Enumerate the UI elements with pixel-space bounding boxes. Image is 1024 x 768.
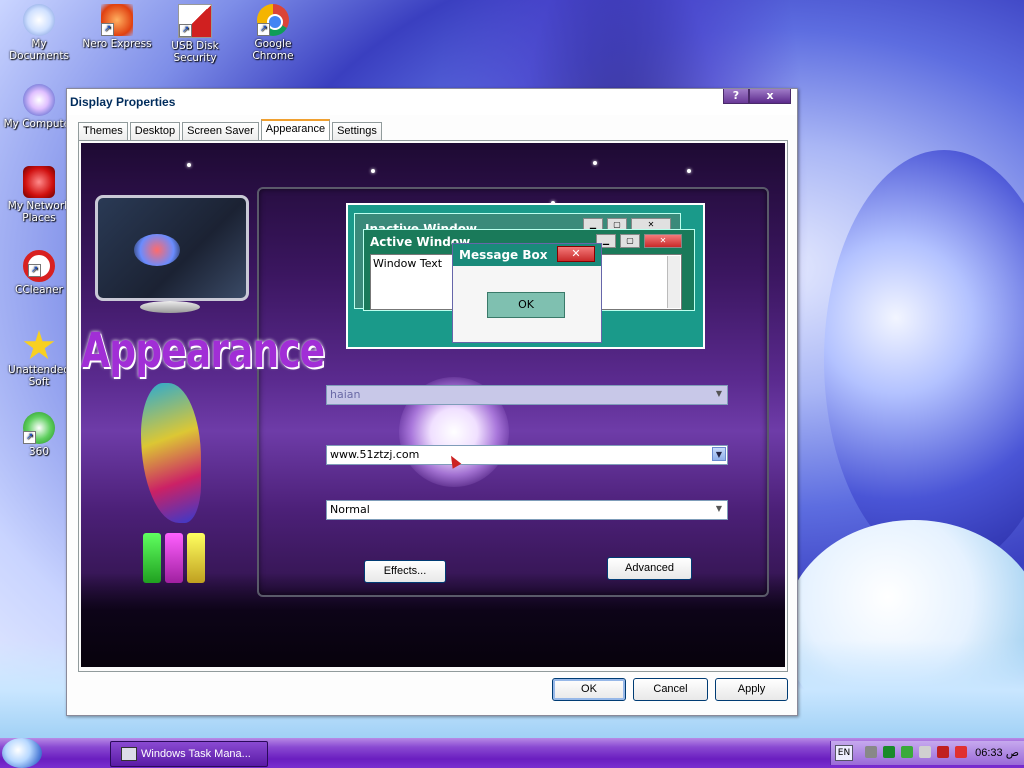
tab-settings[interactable]: Settings [332, 122, 382, 140]
tray-360-icon[interactable] [937, 746, 949, 758]
font-size-select[interactable]: Normal ▼ [326, 500, 728, 520]
dialog-titlebar[interactable]: Display Properties ? x [67, 89, 797, 115]
ccleaner-icon: ↗ [23, 250, 55, 282]
maximize-icon: ▢ [620, 234, 640, 248]
select-value: Normal [330, 503, 370, 516]
close-icon: ✕ [557, 246, 595, 262]
preview-scrollbar [667, 256, 680, 308]
dialog-title: Display Properties [70, 95, 176, 109]
appearance-skin-background: Appearance Inactive Window ▁ ▢ ✕ Active … [81, 143, 785, 667]
star-decoration [593, 161, 597, 165]
chevron-down-icon: ▼ [715, 389, 723, 398]
message-box-titlebar: Message Box ✕ [453, 244, 601, 266]
ok-button[interactable]: OK [552, 678, 626, 701]
desktop-icon-google-chrome[interactable]: ↗ Google Chrome [234, 4, 312, 62]
desktop-icon-label: USB Disk Security [171, 40, 219, 64]
360-icon: ↗ [23, 412, 55, 444]
tray-green-icon[interactable] [883, 746, 895, 758]
display-properties-dialog: Display Properties ? x Themes Desktop Sc… [66, 88, 798, 716]
google-chrome-icon: ↗ [257, 4, 289, 36]
shortcut-arrow-icon: ↗ [28, 264, 41, 277]
effects-button[interactable]: Effects... [364, 560, 446, 583]
help-button[interactable]: ? [723, 89, 749, 104]
paint-splash-illustration [101, 383, 261, 583]
desktop-icon-label: Nero Express [82, 38, 152, 50]
preview-message-box: Message Box ✕ OK [452, 243, 602, 343]
appearance-panel: Appearance Inactive Window ▁ ▢ ✕ Active … [78, 140, 788, 672]
shortcut-arrow-icon: ↗ [257, 23, 270, 36]
desktop-icon-usb-disk-security[interactable]: ↗ USB Disk Security [156, 4, 234, 64]
appearance-logo: Appearance [81, 323, 325, 379]
chevron-down-icon: ▼ [715, 504, 723, 513]
desktop-icon-label: My Documents [9, 38, 69, 62]
language-indicator[interactable]: EN [835, 745, 853, 761]
my-network-places-icon [23, 166, 55, 198]
paint-bottle-yellow [187, 533, 205, 583]
taskbar-item-label: Windows Task Mana... [141, 748, 251, 760]
paint-splash [141, 383, 201, 523]
window-text: Window Text [373, 257, 443, 270]
my-computer-icon [23, 84, 55, 116]
tab-themes[interactable]: Themes [78, 122, 128, 140]
tray-monitor-icon[interactable] [919, 746, 931, 758]
select-value: www.51ztzj.com [330, 448, 420, 461]
my-documents-icon [23, 4, 55, 36]
nero-express-icon: ↗ [101, 4, 133, 36]
task-manager-icon [121, 747, 137, 761]
tray-network-icon[interactable] [901, 746, 913, 758]
star-decoration [187, 163, 191, 167]
usb-disk-security-icon: ↗ [178, 4, 212, 38]
tab-desktop[interactable]: Desktop [129, 122, 181, 140]
cancel-button[interactable]: Cancel [633, 678, 708, 701]
close-icon: ✕ [644, 234, 682, 248]
start-button[interactable] [2, 738, 42, 768]
shortcut-arrow-icon: ↗ [101, 23, 114, 36]
monitor-illustration [85, 183, 255, 331]
desktop-icon-label: Unattended Soft [8, 364, 70, 388]
monitor-stand [140, 301, 200, 313]
unattended-soft-icon [23, 330, 55, 360]
chevron-down-icon[interactable]: ▼ [712, 447, 726, 461]
message-box-title: Message Box [459, 248, 548, 262]
paint-bottle-green [143, 533, 161, 583]
desktop-icon-nero-express[interactable]: ↗ Nero Express [78, 4, 156, 50]
shortcut-arrow-icon: ↗ [179, 24, 192, 37]
select-value: haian [330, 388, 361, 401]
appearance-preview: Inactive Window ▁ ▢ ✕ Active Window ▁ ▢ … [346, 203, 705, 349]
apply-button[interactable]: Apply [715, 678, 788, 701]
star-decoration [687, 169, 691, 173]
message-box-ok-button: OK [487, 292, 565, 318]
desktop-icon-label: CCleaner [15, 284, 63, 296]
paint-bottle-magenta [165, 533, 183, 583]
tab-appearance[interactable]: Appearance [260, 119, 331, 141]
taskbar: Windows Task Mana... EN 06:33 ص [0, 738, 1024, 768]
desktop-icon-label: My Network Places [7, 200, 71, 224]
tab-screen-saver[interactable]: Screen Saver [182, 122, 259, 140]
windows-buttons-select[interactable]: haian ▼ [326, 385, 728, 405]
monitor-screen [95, 195, 249, 301]
tab-strip: Themes Desktop Screen Saver Appearance S… [78, 119, 384, 141]
desktop-icon-my-documents[interactable]: My Documents [0, 4, 78, 62]
desktop-icon-label: My Computer [3, 118, 75, 130]
desktop-icon-label: 360 [28, 446, 50, 458]
titlebar-buttons: ? x [723, 89, 791, 104]
wallpaper-sphere [824, 150, 1024, 570]
star-decoration [371, 169, 375, 173]
system-tray: EN 06:33 ص [830, 741, 1024, 765]
desktop-icon-label: Google Chrome [252, 38, 294, 62]
taskbar-item-task-manager[interactable]: Windows Task Mana... [110, 741, 268, 767]
clock[interactable]: 06:33 ص [975, 746, 1019, 759]
close-button[interactable]: x [749, 89, 791, 104]
advanced-button[interactable]: Advanced [607, 557, 692, 580]
shortcut-arrow-icon: ↗ [23, 431, 36, 444]
color-scheme-select[interactable]: www.51ztzj.com ▼ [326, 445, 728, 465]
tray-usb-security-icon[interactable] [955, 746, 967, 758]
screen-glow [134, 234, 180, 266]
tray-dash-icon[interactable] [865, 746, 877, 758]
